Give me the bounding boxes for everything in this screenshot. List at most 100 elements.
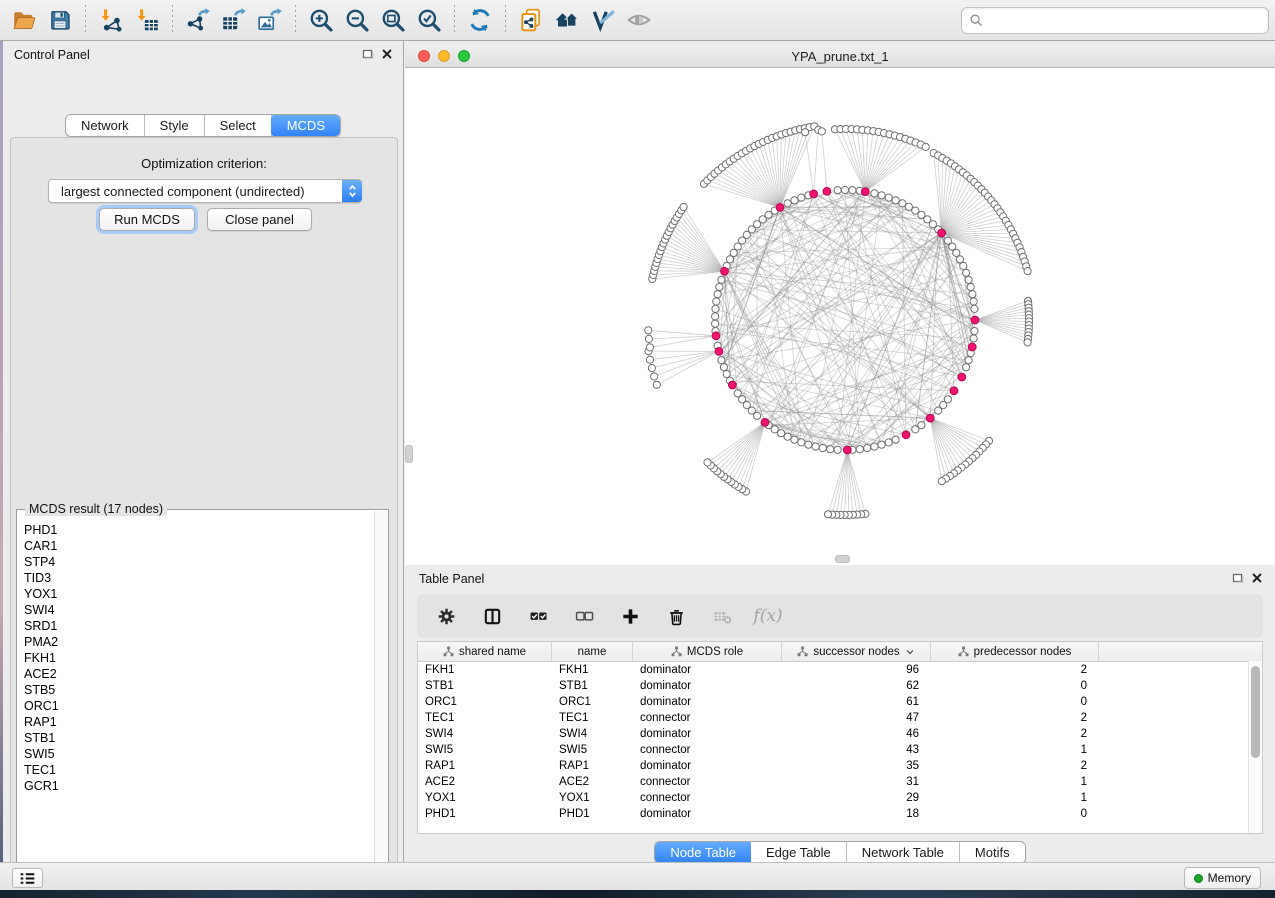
mcds-result-item[interactable]: SWI5: [24, 746, 375, 762]
table-row[interactable]: STB1STB1dominator620: [418, 678, 1262, 694]
network-vertical-scrollbar[interactable]: [405, 445, 413, 463]
network-node[interactable]: [963, 364, 970, 371]
tab-network[interactable]: Network: [66, 115, 145, 136]
mcds-result-item[interactable]: YOX1: [24, 586, 375, 602]
column-header-name[interactable]: name: [552, 642, 633, 661]
mcds-network-node[interactable]: [823, 187, 831, 195]
table-cell[interactable]: ORC1: [552, 696, 633, 708]
table-cell[interactable]: 62: [782, 680, 931, 692]
table-cell[interactable]: FKH1: [418, 664, 552, 676]
mcds-network-node[interactable]: [810, 190, 818, 198]
network-node[interactable]: [791, 197, 798, 204]
network-node[interactable]: [791, 436, 798, 443]
add-button[interactable]: [617, 603, 643, 629]
mcds-network-node[interactable]: [715, 348, 723, 356]
table-cell[interactable]: TEC1: [418, 712, 552, 724]
column-header-shared-name[interactable]: shared name: [418, 642, 552, 661]
table-cell[interactable]: 31: [782, 776, 931, 788]
table-scrollbar[interactable]: [1248, 661, 1262, 834]
mcds-result-item[interactable]: ORC1: [24, 698, 375, 714]
network-node[interactable]: [969, 291, 976, 298]
network-node[interactable]: [648, 365, 655, 372]
network-graph[interactable]: [405, 68, 1275, 564]
table-cell[interactable]: 2: [931, 760, 1099, 772]
network-node[interactable]: [967, 283, 974, 290]
table-cell[interactable]: SWI4: [552, 728, 633, 740]
tab-style[interactable]: Style: [145, 115, 205, 136]
network-node[interactable]: [819, 445, 826, 452]
mcds-result-item[interactable]: ACE2: [24, 666, 375, 682]
table-row[interactable]: RAP1RAP1dominator352: [418, 758, 1262, 774]
mcds-result-item[interactable]: GCR1: [24, 778, 375, 794]
table-cell[interactable]: RAP1: [418, 760, 552, 772]
table-row[interactable]: SWI5SWI5connector431: [418, 742, 1262, 758]
mcds-network-node[interactable]: [950, 387, 958, 395]
table-cell[interactable]: 18: [782, 808, 931, 820]
table-cell[interactable]: dominator: [633, 808, 782, 820]
table-cell[interactable]: 47: [782, 712, 931, 724]
table-cell[interactable]: 46: [782, 728, 931, 740]
table-row[interactable]: FKH1FKH1dominator962: [418, 662, 1262, 678]
mcds-network-node[interactable]: [968, 343, 976, 351]
mcds-network-node[interactable]: [729, 381, 737, 389]
mcds-network-node[interactable]: [843, 446, 851, 454]
network-node[interactable]: [841, 186, 848, 193]
table-cell[interactable]: STB1: [552, 680, 633, 692]
network-node[interactable]: [646, 356, 653, 363]
table-cell[interactable]: YOX1: [552, 792, 633, 804]
mcds-network-node[interactable]: [712, 332, 720, 340]
tab-edge-table[interactable]: Edge Table: [751, 842, 847, 863]
network-node[interactable]: [827, 446, 834, 453]
table-cell[interactable]: 0: [931, 808, 1099, 820]
save-button[interactable]: [44, 4, 76, 36]
mcds-result-item[interactable]: STB5: [24, 682, 375, 698]
zoom-fit-button[interactable]: [377, 4, 409, 36]
mcds-network-node[interactable]: [761, 419, 769, 427]
network-node[interactable]: [645, 335, 652, 342]
network-node[interactable]: [712, 320, 719, 327]
table-cell[interactable]: 0: [931, 680, 1099, 692]
mcds-result-item[interactable]: RAP1: [24, 714, 375, 730]
network-node[interactable]: [723, 370, 730, 377]
mcds-result-item[interactable]: TID3: [24, 570, 375, 586]
network-node[interactable]: [935, 407, 942, 414]
table-cell[interactable]: 35: [782, 760, 931, 772]
network-node[interactable]: [802, 129, 809, 136]
network-node[interactable]: [718, 357, 725, 364]
table-cell[interactable]: 43: [782, 744, 931, 756]
mcds-network-node[interactable]: [938, 229, 946, 237]
select-all-button[interactable]: [525, 603, 551, 629]
network-node[interactable]: [834, 446, 841, 453]
home-button[interactable]: [551, 4, 583, 36]
mcds-network-node[interactable]: [902, 431, 910, 439]
table-cell[interactable]: YOX1: [418, 792, 552, 804]
columns-button[interactable]: [479, 603, 505, 629]
network-node[interactable]: [834, 187, 841, 194]
network-node[interactable]: [849, 187, 856, 194]
zoom-selected-button[interactable]: [413, 4, 445, 36]
table-row[interactable]: ORC1ORC1dominator610: [418, 694, 1262, 710]
column-header-MCDS-role[interactable]: MCDS role: [633, 642, 782, 661]
network-node[interactable]: [965, 357, 972, 364]
table-cell[interactable]: PHD1: [552, 808, 633, 820]
network-node[interactable]: [734, 390, 741, 397]
tab-select[interactable]: Select: [205, 115, 272, 136]
mcds-network-node[interactable]: [861, 188, 869, 196]
deselect-all-button[interactable]: [571, 603, 597, 629]
table-cell[interactable]: PHD1: [418, 808, 552, 820]
tab-mcds[interactable]: MCDS: [271, 114, 341, 137]
column-header-predecessor-nodes[interactable]: predecessor nodes: [931, 642, 1099, 661]
table-cell[interactable]: RAP1: [552, 760, 633, 772]
table-cell[interactable]: dominator: [633, 680, 782, 692]
mcds-result-item[interactable]: FKH1: [24, 650, 375, 666]
table-cell[interactable]: 2: [931, 712, 1099, 724]
table-row[interactable]: SWI4SWI4dominator462: [418, 726, 1262, 742]
network-node[interactable]: [798, 439, 805, 446]
network-node[interactable]: [784, 200, 791, 207]
mcds-result-item[interactable]: SRD1: [24, 618, 375, 634]
network-node[interactable]: [1024, 339, 1031, 346]
network-node[interactable]: [856, 446, 863, 453]
network-node[interactable]: [1024, 268, 1031, 275]
table-cell[interactable]: SWI4: [418, 728, 552, 740]
export-table-button[interactable]: [218, 4, 250, 36]
